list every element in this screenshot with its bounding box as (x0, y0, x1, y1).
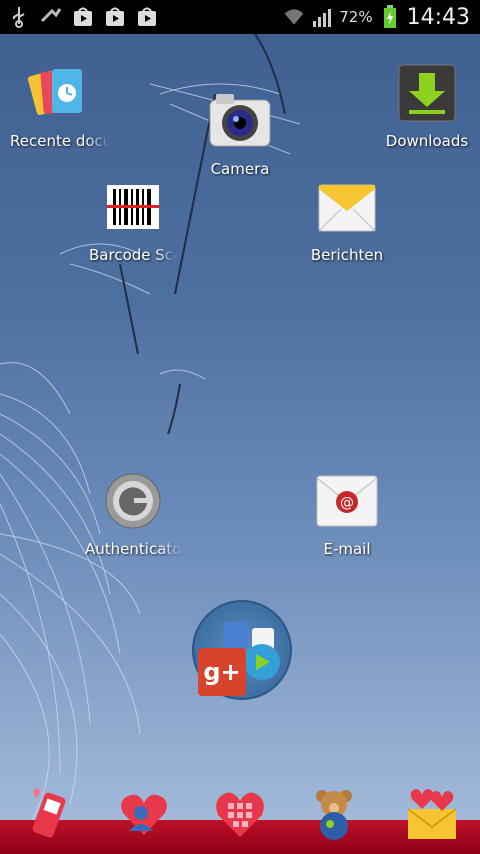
battery-percent: 72% (339, 8, 373, 26)
barcode-icon (98, 172, 168, 242)
dropbox-sync-icon (40, 6, 62, 28)
dock-teddy[interactable] (306, 786, 362, 842)
camera-icon (205, 86, 275, 156)
store-icon (104, 6, 126, 28)
dock (0, 786, 480, 854)
phone-icon (32, 788, 66, 838)
battery-charging-icon (379, 5, 401, 28)
store-icon (136, 6, 158, 28)
usb-icon (8, 6, 30, 28)
wifi-icon (283, 6, 305, 28)
dock-contacts[interactable] (116, 786, 172, 842)
love-letter-icon (407, 789, 457, 839)
contacts-icon (121, 794, 167, 835)
app-berichten[interactable]: Berichten (287, 172, 407, 264)
dock-apps[interactable] (212, 786, 268, 842)
svg-text:@: @ (340, 495, 354, 511)
status-bar[interactable]: 72% 14:43 (0, 0, 480, 34)
email-icon: @ (312, 466, 382, 536)
app-recente-documenten[interactable]: Recente documenten (0, 58, 120, 150)
authenticator-icon (98, 466, 168, 536)
app-label: Barcode Scanner (89, 246, 177, 264)
app-label: Recente documenten (10, 132, 110, 150)
store-icon (72, 6, 94, 28)
teddy-bear-icon (316, 790, 352, 840)
app-label: Downloads (385, 132, 469, 150)
apps-grid-icon (216, 792, 264, 837)
app-camera[interactable]: Camera (180, 86, 300, 178)
google-folder-icon: g+ (198, 622, 280, 696)
svg-text:g+: g+ (203, 658, 240, 686)
app-label: Camera (210, 160, 270, 178)
app-email[interactable]: @ E-mail (287, 466, 407, 558)
app-label: Authenticator (85, 540, 183, 558)
app-authenticator[interactable]: Authenticator (73, 466, 193, 558)
recent-documents-icon (25, 58, 95, 128)
app-label: E-mail (323, 540, 371, 558)
dock-phone[interactable] (22, 786, 78, 842)
dock-love-letter[interactable] (404, 786, 460, 842)
signal-icon (311, 6, 333, 28)
app-downloads[interactable]: Downloads (367, 58, 480, 150)
downloads-icon (392, 58, 462, 128)
app-barcode-scanner[interactable]: Barcode Scanner (73, 172, 193, 264)
app-label: Berichten (310, 246, 384, 264)
clock: 14:43 (406, 4, 470, 30)
google-folder[interactable]: g+ (192, 600, 292, 700)
messages-icon (312, 172, 382, 242)
